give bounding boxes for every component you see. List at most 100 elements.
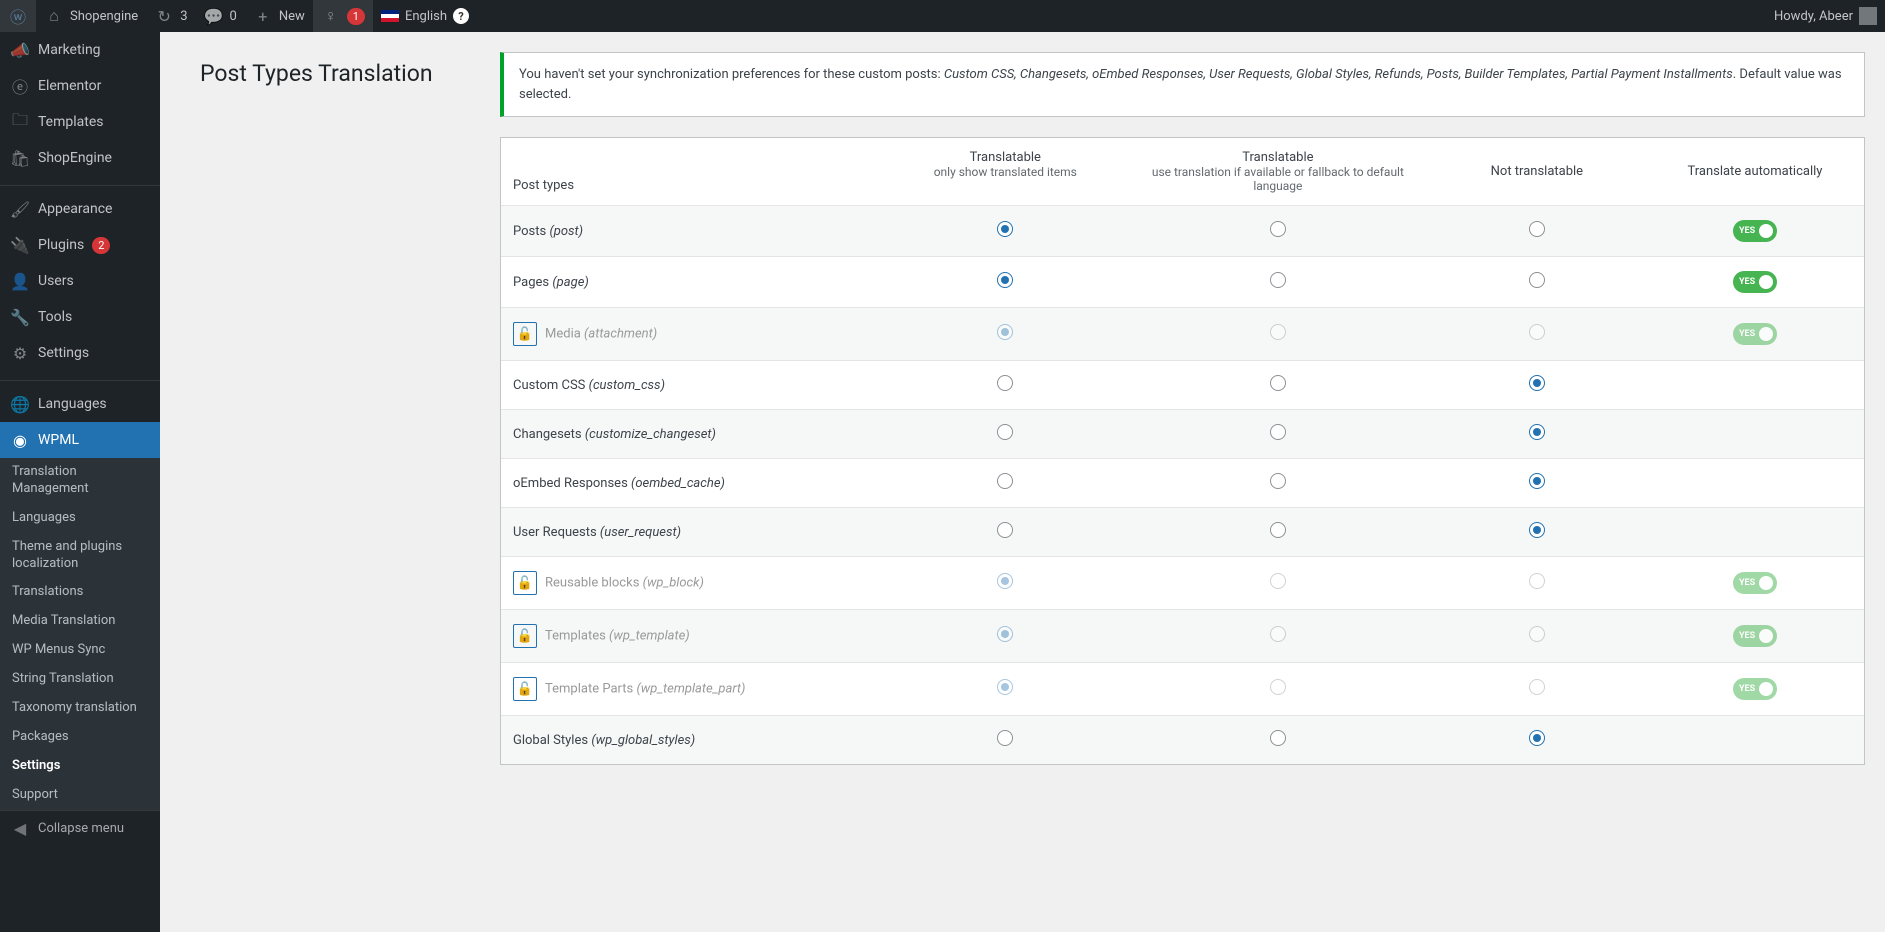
post-types-table: Post types Translatableonly show transla… bbox=[500, 137, 1865, 765]
collapse-menu[interactable]: ◀Collapse menu bbox=[0, 810, 160, 847]
translation-radio[interactable] bbox=[1529, 730, 1545, 746]
submenu-settings[interactable]: Settings bbox=[0, 752, 160, 781]
submenu-languages[interactable]: Languages bbox=[0, 504, 160, 533]
submenu-media[interactable]: Media Translation bbox=[0, 607, 160, 636]
submenu-support[interactable]: Support bbox=[0, 781, 160, 810]
post-type-slug: (customize_changeset) bbox=[585, 427, 716, 442]
menu-users[interactable]: 👤Users bbox=[0, 263, 160, 299]
menu-label: Appearance bbox=[38, 201, 112, 217]
translation-radio[interactable] bbox=[997, 424, 1013, 440]
th-label: Translatable bbox=[970, 150, 1041, 165]
menu-elementor[interactable]: ⓔElementor bbox=[0, 68, 160, 104]
post-type-label: oEmbed Responses bbox=[513, 476, 631, 491]
toggle-knob bbox=[1759, 327, 1773, 341]
toggle-label: YES bbox=[1737, 578, 1759, 588]
translation-radio bbox=[997, 679, 1013, 695]
menu-templates[interactable]: 🗀 Templates bbox=[0, 104, 160, 140]
translation-radio[interactable] bbox=[1270, 375, 1286, 391]
submenu-tm[interactable]: Translation Management bbox=[0, 458, 160, 504]
table-row: oEmbed Responses (oembed_cache) bbox=[501, 459, 1864, 508]
language-switcher[interactable]: English? bbox=[373, 0, 477, 32]
post-type-label: Posts bbox=[513, 224, 549, 239]
toggle-label: YES bbox=[1737, 684, 1759, 694]
radio-cell bbox=[1128, 557, 1428, 610]
home-icon: ⌂ bbox=[44, 6, 64, 26]
menu-label: Templates bbox=[38, 114, 104, 130]
notifications[interactable]: ♀1 bbox=[313, 0, 373, 32]
plug-icon: 🔌 bbox=[10, 235, 30, 255]
wpml-icon: ◉ bbox=[10, 430, 30, 450]
radio-cell bbox=[883, 308, 1128, 361]
site-name[interactable]: ⌂ Shopengine bbox=[36, 0, 146, 32]
menu-tools[interactable]: 🔧Tools bbox=[0, 299, 160, 335]
wp-logo[interactable]: ⓦ bbox=[0, 0, 36, 32]
post-type-slug: (oembed_cache) bbox=[631, 476, 725, 491]
translation-radio[interactable] bbox=[997, 522, 1013, 538]
translation-radio[interactable] bbox=[1270, 522, 1286, 538]
updates[interactable]: ↻3 bbox=[146, 0, 195, 32]
translation-radio[interactable] bbox=[997, 730, 1013, 746]
auto-toggle[interactable]: YES bbox=[1733, 220, 1777, 242]
menu-plugins[interactable]: 🔌Plugins2 bbox=[0, 227, 160, 263]
table-row: 🔓Media (attachment)YES bbox=[501, 308, 1864, 361]
post-type-slug: (wp_template) bbox=[609, 628, 690, 643]
menu-label: ShopEngine bbox=[38, 150, 112, 166]
translation-radio bbox=[1529, 573, 1545, 589]
help-icon: ? bbox=[453, 8, 469, 24]
translation-radio[interactable] bbox=[1529, 221, 1545, 237]
radio-cell bbox=[883, 508, 1128, 557]
toggle-label: YES bbox=[1737, 226, 1759, 236]
th-sublabel: only show translated items bbox=[893, 165, 1118, 179]
radio-cell bbox=[1428, 257, 1646, 308]
lang-label: English bbox=[405, 9, 447, 24]
new-content[interactable]: +New bbox=[245, 0, 313, 32]
table-row: User Requests (user_request) bbox=[501, 508, 1864, 557]
translation-radio[interactable] bbox=[997, 221, 1013, 237]
translation-radio[interactable] bbox=[1270, 272, 1286, 288]
auto-toggle: YES bbox=[1733, 625, 1777, 647]
auto-toggle[interactable]: YES bbox=[1733, 271, 1777, 293]
translation-radio[interactable] bbox=[1529, 522, 1545, 538]
translation-radio[interactable] bbox=[1270, 221, 1286, 237]
translation-radio[interactable] bbox=[1270, 424, 1286, 440]
radio-cell bbox=[1428, 206, 1646, 257]
submenu-packages[interactable]: Packages bbox=[0, 723, 160, 752]
post-type-cell: 🔓Media (attachment) bbox=[501, 308, 883, 361]
radio-cell bbox=[1128, 610, 1428, 663]
post-type-slug: (custom_css) bbox=[589, 378, 665, 393]
radio-cell bbox=[883, 610, 1128, 663]
translation-radio[interactable] bbox=[1270, 730, 1286, 746]
menu-shopengine[interactable]: 🛍ShopEngine bbox=[0, 140, 160, 176]
submenu-menus[interactable]: WP Menus Sync bbox=[0, 636, 160, 665]
translation-radio[interactable] bbox=[1529, 272, 1545, 288]
submenu-theme-localization[interactable]: Theme and plugins localization bbox=[0, 533, 160, 579]
translation-radio[interactable] bbox=[1529, 375, 1545, 391]
translation-radio[interactable] bbox=[997, 272, 1013, 288]
menu-settings[interactable]: ⚙Settings bbox=[0, 335, 160, 371]
menu-appearance[interactable]: 🖌Appearance bbox=[0, 191, 160, 227]
my-account[interactable]: Howdy, Abeer bbox=[1766, 0, 1885, 32]
post-type-label: Template Parts bbox=[545, 681, 636, 696]
translation-radio[interactable] bbox=[997, 375, 1013, 391]
post-type-label: Reusable blocks bbox=[545, 575, 643, 590]
site-name-text: Shopengine bbox=[70, 9, 138, 24]
comments[interactable]: 💬0 bbox=[196, 0, 245, 32]
menu-languages[interactable]: 🌐Languages bbox=[0, 386, 160, 422]
radio-cell bbox=[883, 557, 1128, 610]
table-row: 🔓Template Parts (wp_template_part)YES bbox=[501, 663, 1864, 716]
submenu-string[interactable]: String Translation bbox=[0, 665, 160, 694]
translation-radio[interactable] bbox=[1270, 473, 1286, 489]
translation-radio bbox=[1270, 324, 1286, 340]
folder-icon: 🗀 bbox=[10, 112, 30, 132]
translation-radio[interactable] bbox=[997, 473, 1013, 489]
admin-bar: ⓦ ⌂ Shopengine ↻3 💬0 +New ♀1 English? How… bbox=[0, 0, 1885, 32]
submenu-taxonomy[interactable]: Taxonomy translation bbox=[0, 694, 160, 723]
user-icon: 👤 bbox=[10, 271, 30, 291]
menu-marketing[interactable]: 📣Marketing bbox=[0, 32, 160, 68]
menu-wpml[interactable]: ◉WPML bbox=[0, 422, 160, 458]
translation-radio[interactable] bbox=[1529, 473, 1545, 489]
translation-radio bbox=[997, 324, 1013, 340]
submenu-translations[interactable]: Translations bbox=[0, 578, 160, 607]
radio-cell bbox=[883, 459, 1128, 508]
translation-radio[interactable] bbox=[1529, 424, 1545, 440]
